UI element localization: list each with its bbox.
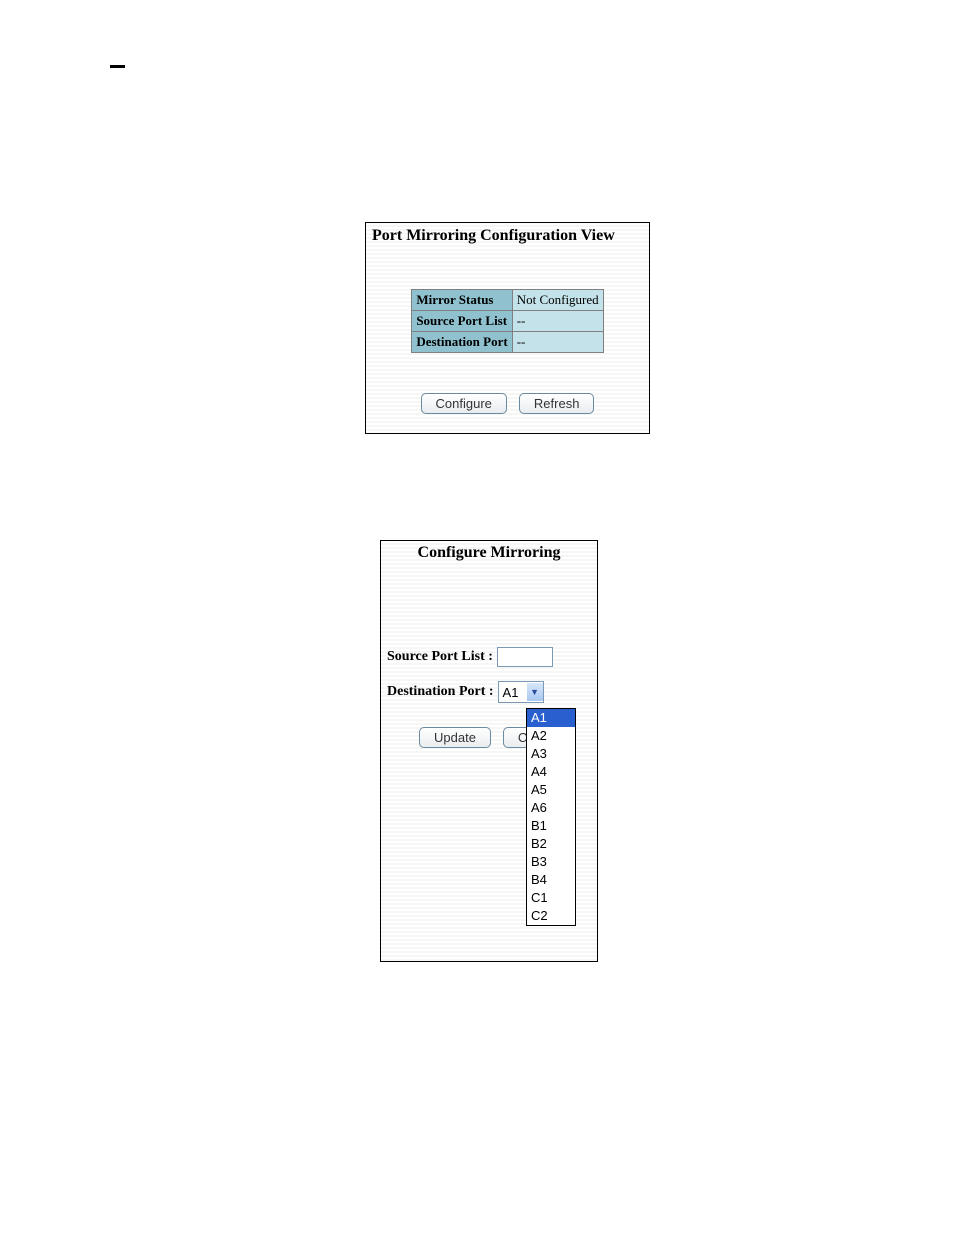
chevron-down-icon: ▼ [527,683,543,701]
option-a3[interactable]: A3 [527,745,575,763]
refresh-button[interactable]: Refresh [519,393,595,414]
option-a6[interactable]: A6 [527,799,575,817]
option-a2[interactable]: A2 [527,727,575,745]
status-table: Mirror Status Not Configured Source Port… [411,289,603,353]
table-row: Source Port List -- [412,311,603,332]
destination-port-row: Destination Port : A1 ▼ [387,681,591,703]
destination-port-dropdown[interactable]: A1 A2 A3 A4 A5 A6 B1 B2 B3 B4 C1 C2 [526,708,576,926]
panel-title: Configure Mirroring [381,541,597,562]
mirror-status-value: Not Configured [512,290,603,311]
destination-port-value: -- [512,332,603,353]
mirror-status-label: Mirror Status [412,290,512,311]
form-area: Source Port List : Destination Port : A1… [381,647,597,703]
table-row: Mirror Status Not Configured [412,290,603,311]
update-button[interactable]: Update [419,727,491,748]
option-b3[interactable]: B3 [527,853,575,871]
option-a1[interactable]: A1 [527,709,575,727]
port-mirroring-view-panel: Port Mirroring Configuration View Mirror… [365,222,650,434]
option-a4[interactable]: A4 [527,763,575,781]
destination-port-select[interactable]: A1 ▼ [498,681,544,703]
source-port-list-label: Source Port List : [387,649,497,665]
configure-button[interactable]: Configure [421,393,507,414]
configure-mirroring-panel: Configure Mirroring Source Port List : D… [380,540,598,962]
table-row: Destination Port -- [412,332,603,353]
button-row: Configure Refresh [366,393,649,414]
source-port-list-label: Source Port List [412,311,512,332]
select-value: A1 [499,685,527,700]
option-a5[interactable]: A5 [527,781,575,799]
source-port-input[interactable] [497,647,553,667]
option-b1[interactable]: B1 [527,817,575,835]
source-port-list-value: -- [512,311,603,332]
divider-mark [110,65,125,68]
option-b2[interactable]: B2 [527,835,575,853]
destination-port-label: Destination Port [412,332,512,353]
destination-port-label: Destination Port : [387,684,498,700]
option-b4[interactable]: B4 [527,871,575,889]
option-c1[interactable]: C1 [527,889,575,907]
source-port-row: Source Port List : [387,647,591,667]
panel-title: Port Mirroring Configuration View [366,223,649,249]
option-c2[interactable]: C2 [527,907,575,925]
